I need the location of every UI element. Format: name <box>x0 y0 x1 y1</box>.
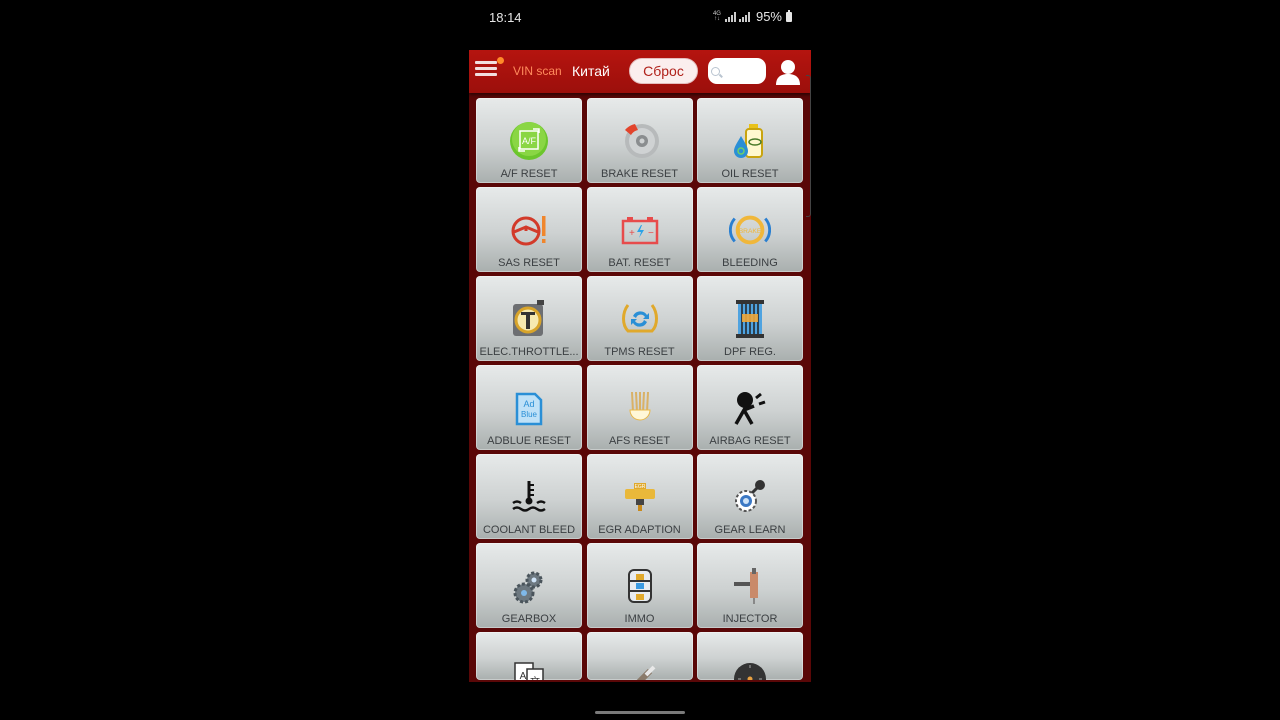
signal-icon-2 <box>738 11 750 22</box>
function-label: GEARBOX <box>501 613 557 625</box>
function-label: BAT. RESET <box>608 257 671 269</box>
function-label: BRAKE RESET <box>600 168 679 180</box>
function-label: ADBLUE RESET <box>487 435 571 447</box>
svg-text:A/F: A/F <box>522 136 537 146</box>
battery-percent: 95% <box>755 9 782 24</box>
throttle-body-icon <box>508 298 550 340</box>
top-bar: VIN scan Китай Сброс <box>469 50 811 93</box>
svg-text:Ad: Ad <box>523 399 534 409</box>
function-label: BLEEDING <box>722 257 778 269</box>
function-tile-sas-reset[interactable]: SAS RESET <box>476 187 582 272</box>
home-indicator[interactable] <box>595 711 685 714</box>
function-tile-coolant-bleed[interactable]: COOLANT BLEED <box>476 454 582 539</box>
app-window: VIN scan Китай Сброс A/F A/F RESET BRAKE R… <box>469 50 811 682</box>
status-time: 18:14 <box>489 10 522 25</box>
steering-wheel-icon <box>508 209 550 251</box>
search-icon <box>711 66 720 76</box>
function-tile-afs-reset[interactable]: AFS RESET <box>586 365 693 450</box>
function-label: SAS RESET <box>498 257 560 269</box>
function-label: DPF REG. <box>724 346 776 358</box>
function-tile-gearbox[interactable]: GEARBOX <box>476 543 582 628</box>
injector-icon <box>729 565 771 607</box>
function-tile-elec-throttle[interactable]: ELEC.THROTTLE... <box>476 276 582 361</box>
network-type-icon: 4G ↑↓ <box>712 10 721 22</box>
function-tile-a-f-reset[interactable]: A/F A/F RESET <box>476 98 582 183</box>
immobilizer-icon <box>619 565 661 607</box>
svg-text:A: A <box>520 671 527 680</box>
function-label: INJECTOR <box>722 613 778 625</box>
signal-icon <box>724 11 736 22</box>
function-tile-item-19[interactable] <box>586 632 693 680</box>
function-label: IMMO <box>624 613 655 625</box>
function-label: GEAR LEARN <box>714 524 786 536</box>
egr-valve-icon: EGR <box>619 476 661 518</box>
vin-scan-button[interactable]: VIN scan <box>513 64 562 78</box>
svg-text:EGR: EGR <box>634 484 645 490</box>
function-tile-immo[interactable]: IMMO <box>586 543 693 628</box>
status-icons: 4G ↑↓ 95% <box>712 9 792 24</box>
function-grid: A/F A/F RESET BRAKE RESET OIL RESET SAS RESE… <box>476 98 803 682</box>
tire-pressure-icon <box>619 298 661 340</box>
search-box[interactable] <box>708 58 766 84</box>
function-tile-egr-adaption[interactable]: EGR EGR ADAPTION <box>586 454 693 539</box>
notification-dot <box>497 57 504 64</box>
oil-bottle-icon <box>729 120 771 162</box>
function-tile-brake-reset[interactable]: BRAKE RESET <box>586 98 693 183</box>
svg-text:+: + <box>629 228 635 239</box>
menu-button[interactable] <box>475 61 497 81</box>
function-label: COOLANT BLEED <box>482 524 576 536</box>
coolant-temp-icon <box>508 476 550 518</box>
function-tile-dpf-reg[interactable]: DPF REG. <box>697 276 803 361</box>
function-tile-item-18[interactable]: A文 <box>476 632 582 680</box>
function-tile-adblue-reset[interactable]: Ad Blue ADBLUE RESET <box>476 365 582 450</box>
status-bar: 18:14 4G ↑↓ 95% <box>470 0 810 34</box>
user-button[interactable] <box>775 58 801 85</box>
function-label: A/F RESET <box>500 168 558 180</box>
reset-button[interactable]: Сброс <box>629 58 698 84</box>
odometer-icon <box>729 654 771 680</box>
function-tile-tpms-reset[interactable]: TPMS RESET <box>586 276 693 361</box>
function-tile-injector[interactable]: INJECTOR <box>697 543 803 628</box>
function-label: TPMS RESET <box>604 346 675 358</box>
spark-plug-icon <box>619 654 661 680</box>
gear-learn-icon <box>729 476 771 518</box>
airbag-icon <box>729 387 771 429</box>
function-tile-item-20[interactable] <box>697 632 803 680</box>
svg-text:BRAKE: BRAKE <box>739 228 762 235</box>
adblue-icon: Ad Blue <box>508 387 550 429</box>
brake-bleed-icon: BRAKE <box>729 209 771 251</box>
af-reset-icon: A/F <box>508 120 550 162</box>
dpf-filter-icon <box>729 298 771 340</box>
svg-text:Blue: Blue <box>521 410 538 419</box>
function-label: AFS RESET <box>608 435 671 447</box>
battery-icon: + − <box>619 209 661 251</box>
svg-text:−: − <box>648 228 654 239</box>
hamburger-icon <box>475 61 497 64</box>
gears-icon <box>508 565 550 607</box>
function-label: EGR ADAPTION <box>598 524 681 536</box>
headlight-icon <box>619 387 661 429</box>
region-label[interactable]: Китай <box>572 63 610 79</box>
battery-icon <box>786 9 792 22</box>
edge-panel-handle[interactable] <box>806 75 811 217</box>
function-label: ELEC.THROTTLE... <box>479 346 579 358</box>
function-tile-gear-learn[interactable]: GEAR LEARN <box>697 454 803 539</box>
function-tile-airbag-reset[interactable]: AIRBAG RESET <box>697 365 803 450</box>
search-input[interactable] <box>722 63 766 79</box>
language-icon: A文 <box>508 654 550 680</box>
user-icon <box>776 60 800 85</box>
brake-disc-icon <box>619 120 661 162</box>
function-label: AIRBAG RESET <box>709 435 791 447</box>
function-tile-bleeding[interactable]: BRAKE BLEEDING <box>697 187 803 272</box>
function-label: OIL RESET <box>721 168 779 180</box>
function-tile-oil-reset[interactable]: OIL RESET <box>697 98 803 183</box>
function-tile-bat-reset[interactable]: + − BAT. RESET <box>586 187 693 272</box>
